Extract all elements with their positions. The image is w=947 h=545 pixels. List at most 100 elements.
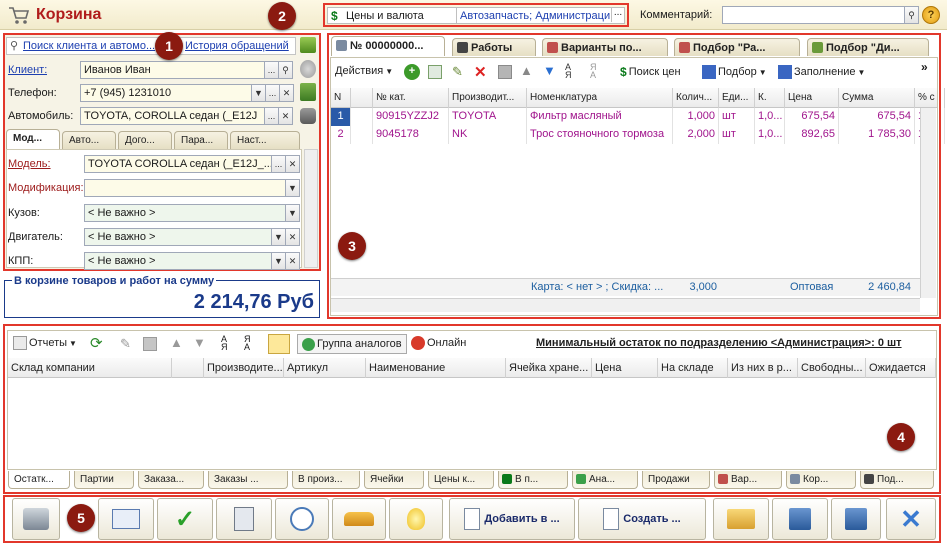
stock-down-icon[interactable]: ▼ (193, 335, 206, 350)
save-and-exit-button[interactable] (772, 498, 828, 540)
comment-input[interactable] (722, 6, 905, 24)
open-button[interactable] (713, 498, 769, 540)
client-search-icon[interactable]: ⚲ (278, 61, 293, 79)
prices-more-button[interactable]: ... (611, 7, 624, 22)
stock-grid-column-header[interactable]: Ячейка хране... (506, 358, 592, 378)
client-select-button[interactable]: ... (264, 61, 279, 79)
car-clear-icon[interactable]: ✕ (278, 107, 293, 125)
client-scrollbar[interactable] (304, 149, 318, 268)
help-icon[interactable]: ? (922, 6, 940, 24)
main-grid-hscroll[interactable] (331, 298, 920, 312)
add-to-button[interactable]: Добавить в ... (449, 498, 575, 540)
model-select-button[interactable]: ... (271, 155, 286, 173)
main-grid-column-header[interactable]: N (331, 88, 351, 108)
create-button[interactable]: Создать ... (578, 498, 706, 540)
phone-dropdown-icon[interactable]: ▼ (251, 84, 266, 102)
filling-menu[interactable]: Заполнение ▼ (778, 65, 865, 79)
client-tab[interactable]: Наст... (230, 131, 300, 149)
save-button[interactable] (831, 498, 881, 540)
stock-sort-asc-icon[interactable]: AЯ (221, 335, 228, 352)
main-grid-column-header[interactable]: Производит... (449, 88, 527, 108)
stock-grid-column-header[interactable]: Из них в р... (728, 358, 798, 378)
card-discount-text[interactable]: Карта: < нет > ; Скидка: ... (531, 281, 671, 293)
client-label[interactable]: Клиент: (8, 64, 47, 76)
add-icon[interactable]: + (404, 64, 420, 80)
stock-grid-column-header[interactable]: Артикул (284, 358, 366, 378)
stock-up-icon[interactable]: ▲ (170, 335, 183, 350)
edit-icon[interactable]: ✎ (452, 64, 463, 80)
car-input[interactable]: TOYOTA, COROLLA седан (_E12J (80, 107, 265, 125)
main-grid-column-header[interactable]: Номенклатура (527, 88, 673, 108)
model-clear-icon[interactable]: ✕ (285, 155, 300, 173)
table-row[interactable]: 2 9045178 NK Трос стояночного тормоза 2,000 ш… (331, 126, 945, 144)
bottom-tab[interactable]: Заказы ... (208, 471, 288, 489)
client-tab[interactable]: Пара... (174, 131, 228, 149)
bottom-tab[interactable]: В произ... (292, 471, 360, 489)
main-grid-column-header[interactable]: К. (755, 88, 785, 108)
move-down-icon[interactable]: ▼ (543, 63, 556, 78)
main-grid-column-header[interactable]: % с (915, 88, 945, 108)
copy-icon[interactable] (428, 65, 442, 79)
bottom-tab[interactable]: В п... (498, 471, 568, 489)
schedule-button[interactable] (275, 498, 329, 540)
folder-up-icon[interactable] (300, 37, 316, 53)
gearbox-clear-icon[interactable]: ✕ (285, 252, 300, 270)
stock-grid-column-header[interactable]: Наименование (366, 358, 506, 378)
gearbox-input[interactable]: < Не важно > (84, 252, 272, 270)
actions-menu[interactable]: Действия ▼ (335, 65, 393, 77)
table-row[interactable]: 1 90915YZZJ2 TOYOTA Фильтр масляный 1,000 шт 1… (331, 108, 945, 126)
tips-button[interactable] (389, 498, 443, 540)
main-grid-column-header[interactable]: Еди... (719, 88, 755, 108)
reports-menu[interactable]: Отчеты ▼ (13, 336, 77, 350)
bottom-tab[interactable]: Заказа... (138, 471, 204, 489)
engine-clear-icon[interactable]: ✕ (285, 228, 300, 246)
history-link[interactable]: История обращений (185, 40, 289, 52)
online-button[interactable]: Онлайн (411, 336, 466, 350)
car-icon[interactable] (300, 108, 316, 124)
stock-grid-column-header[interactable]: Цена (592, 358, 658, 378)
stock-grid-column-header[interactable]: Склад компании (8, 358, 172, 378)
analog-group-button[interactable]: Группа аналогов (297, 334, 407, 354)
body-dropdown-icon[interactable]: ▼ (285, 204, 300, 222)
stock-grid-column-header[interactable]: Свободны... (798, 358, 866, 378)
calculator-button[interactable] (216, 498, 272, 540)
body-input[interactable]: < Не важно > (84, 204, 286, 222)
refresh-icon[interactable]: ⟳ (90, 334, 103, 352)
modification-input[interactable] (84, 179, 286, 197)
toolbar-more-button[interactable]: » (921, 60, 928, 74)
stock-edit-icon[interactable]: ✎ (120, 336, 131, 352)
main-grid-column-header[interactable]: Цена (785, 88, 839, 108)
stock-grid-column-header[interactable]: Ожидается (866, 358, 936, 378)
close-button[interactable]: ✕ (886, 498, 936, 540)
main-grid-column-header[interactable] (351, 88, 373, 108)
client-tab[interactable]: Мод... (6, 129, 60, 149)
stock-grid-column-header[interactable]: Производите... (204, 358, 284, 378)
main-grid-column-header[interactable]: Сумма (839, 88, 915, 108)
car-select-button[interactable]: ... (264, 107, 279, 125)
prices-value[interactable]: Автозапчасть; Администраци (460, 10, 610, 22)
main-grid-vscroll[interactable] (920, 108, 936, 298)
comment-search-icon[interactable]: ⚲ (904, 6, 919, 24)
bottom-tab[interactable]: Кор... (786, 471, 856, 489)
bottom-tab[interactable]: Ана... (572, 471, 638, 489)
main-grid-column-header[interactable]: № кат. (373, 88, 449, 108)
selection-menu[interactable]: Подбор ▼ (702, 65, 767, 79)
bottom-tab[interactable]: Цены к... (428, 471, 494, 489)
print-button[interactable] (12, 498, 60, 540)
phone-input[interactable]: +7 (945) 1231010 (80, 84, 252, 102)
engine-dropdown-icon[interactable]: ▼ (271, 228, 286, 246)
client-tab[interactable]: Дого... (118, 131, 172, 149)
bottom-tab[interactable]: Ячейки (364, 471, 424, 489)
main-grid-column-header[interactable]: Колич... (673, 88, 719, 108)
checkout-button[interactable]: ✓ (157, 498, 213, 540)
stock-grid-column-header[interactable] (172, 358, 204, 378)
bottom-tab[interactable]: Под... (860, 471, 934, 489)
prices-field[interactable]: $ Цены и валюта Автозапчасть; Администра… (327, 7, 625, 24)
phone-select-button[interactable]: ... (265, 84, 280, 102)
save-row-icon[interactable] (498, 65, 512, 79)
bottom-tab[interactable]: Остатк... (8, 471, 70, 489)
sort-desc-icon[interactable]: ЯA (590, 63, 597, 80)
client-input[interactable]: Иванов Иван (80, 61, 265, 79)
modification-dropdown-icon[interactable]: ▼ (285, 179, 300, 197)
delete-icon[interactable]: ✕ (474, 63, 487, 81)
